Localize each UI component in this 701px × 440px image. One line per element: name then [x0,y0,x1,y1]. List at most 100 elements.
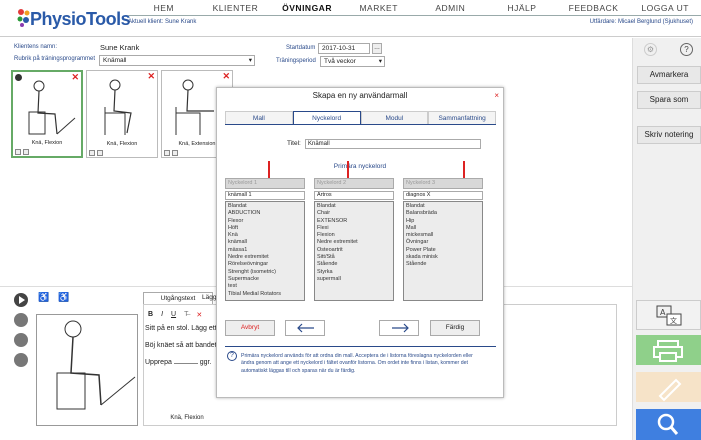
gear-icon[interactable]: ⚙ [644,43,657,56]
save-as-button[interactable]: Spara som [637,91,701,109]
repeat-count-input[interactable] [173,363,198,364]
info-icon[interactable] [15,149,21,155]
list-item[interactable]: knämall [228,239,302,246]
tab-template[interactable]: Mall [225,111,293,124]
physiotools-logo[interactable]: PhysioTools [14,5,131,33]
list-item[interactable]: Osteoartrit [317,247,391,254]
list-item[interactable]: Blandat [317,203,391,210]
figure-icon[interactable]: ♿ [38,292,50,306]
exercise-card[interactable]: ✕ Knä, Flexion [86,70,158,158]
nav-admin[interactable]: ADMIN [415,3,487,15]
nav-divider [128,15,701,16]
list-item[interactable]: Supermacke [228,276,302,283]
write-note-button[interactable]: Skriv notering [637,126,701,144]
search-button[interactable] [636,409,701,440]
list-item[interactable]: Mall [406,225,480,232]
keyword-input[interactable]: Artros [314,191,394,200]
edit-icon[interactable] [172,150,178,156]
list-item[interactable]: test [228,283,302,290]
keyword-list[interactable]: Blandat Chair EXTENSOR Flexi Flexion Ned… [314,201,394,301]
tab-keywords[interactable]: Nyckelord [292,111,361,124]
next-button[interactable] [379,320,419,336]
list-item[interactable]: Chair [317,210,391,217]
list-item[interactable]: mässa1 [228,247,302,254]
list-item[interactable]: Power Plate [406,247,480,254]
nav-exercises[interactable]: ÖVNINGAR [271,3,343,15]
translate-button[interactable]: A 文 [636,300,701,330]
keyword-list[interactable]: Blandat ABDUCTION Flexor Höft Knä knämal… [225,201,305,301]
list-item[interactable]: Hip [406,218,480,225]
list-item[interactable]: Balansbräda [406,210,480,217]
program-title-value: Knämall [103,57,127,64]
list-item[interactable]: Flexi [317,225,391,232]
tab-summary[interactable]: Sammanfattning [428,111,496,124]
list-item[interactable]: Höft [228,225,302,232]
card-caption: Knä, Flexion [106,141,138,147]
keyword-input[interactable]: knämall 1 [225,191,305,200]
pencil-icon [658,378,682,402]
period-label: Träningsperiod [276,58,316,64]
deselect-button[interactable]: Avmarkera [637,66,701,84]
info-icon[interactable] [164,150,170,156]
instruction-line: Sitt på en stol. Lägg ett [145,325,217,332]
close-icon[interactable]: × [494,91,499,100]
list-item[interactable]: Nedre extremitet [317,239,391,246]
list-item[interactable]: Styrka [317,269,391,276]
tab-more[interactable]: Lägg [202,294,216,301]
list-item[interactable]: Rörelseövningar [228,261,302,268]
list-item[interactable]: Knä [228,232,302,239]
edit-button[interactable] [636,372,701,402]
finish-button[interactable]: Färdig [430,320,480,336]
delete-icon[interactable]: ✕ [196,311,202,319]
list-item[interactable]: Övningar [406,239,480,246]
start-date-input[interactable]: 2017-10-31 [318,43,370,54]
title-input[interactable]: Knämall [305,139,481,149]
nav-clients[interactable]: KLIENTER [200,3,272,15]
help-icon[interactable]: ? [680,43,693,56]
list-item[interactable]: Stående [406,261,480,268]
bold-button[interactable]: B [148,311,153,319]
nav-feedback[interactable]: FEEDBACK [558,3,630,15]
mirror-icon[interactable] [14,313,28,327]
list-item[interactable]: Tibial Medial Rotators [228,291,302,298]
nav-logout[interactable]: LOGGA UT [629,3,701,15]
clear-format-button[interactable]: T̶ [184,311,188,319]
cancel-button[interactable]: Avbryt [225,320,275,336]
pencil-icon[interactable] [14,353,28,367]
list-item[interactable]: Blandat [406,203,480,210]
edit-icon[interactable] [23,149,29,155]
arrow-left-icon [297,323,314,333]
nav-help[interactable]: HJÄLP [486,3,558,15]
calendar-icon[interactable]: … [372,43,382,54]
nav-market[interactable]: MARKET [343,3,415,15]
period-select[interactable]: Två veckor ▾ [320,56,385,67]
list-item[interactable]: ABDUCTION [228,210,302,217]
column-header: Nyckelord 2 [314,178,394,189]
list-item[interactable]: EXTENSOR [317,218,391,225]
print-button[interactable] [636,335,701,365]
list-item[interactable]: Nedre extremitet [228,254,302,261]
main-nav: HEM KLIENTER ÖVNINGAR MARKET ADMIN HJÄLP… [128,3,701,15]
list-item[interactable]: Blandat [228,203,302,210]
nav-home[interactable]: HEM [128,3,200,15]
list-item[interactable]: Flexion [317,232,391,239]
figure-alt-icon[interactable]: ♿ [58,292,70,306]
keyword-list[interactable]: Blandat Balansbräda Hip Mall mickesmall … [403,201,483,301]
tab-module[interactable]: Modul [360,111,429,124]
keyword-input[interactable]: diagnos X [403,191,483,200]
list-item[interactable]: supermall [317,276,391,283]
svg-text:文: 文 [670,316,677,325]
back-button[interactable] [285,320,325,336]
list-item[interactable]: Strenght (isometric) [228,269,302,276]
exercise-card[interactable]: ✕ Knä, Flexion [11,70,83,158]
edit-icon[interactable] [97,150,103,156]
program-title-input[interactable]: Knämall ▾ [99,55,255,66]
play-icon[interactable] [14,293,28,307]
info-icon[interactable] [89,150,95,156]
italic-button[interactable]: I [161,311,163,319]
underline-button[interactable]: U [171,311,176,319]
move-down-icon[interactable] [14,333,28,347]
printer-icon [653,340,683,362]
list-item[interactable]: Flexor [228,218,302,225]
list-item[interactable]: Stående [317,261,391,268]
